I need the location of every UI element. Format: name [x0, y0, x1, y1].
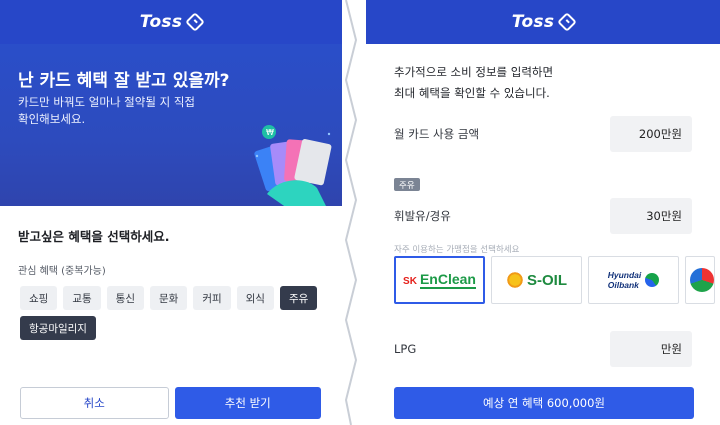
benefit-chip-group: 쇼핑 교통 통신 문화 커피 외식 주유 항공마일리지 — [20, 286, 320, 340]
brand-name: Toss — [139, 12, 183, 32]
brand-mark-icon — [557, 12, 578, 32]
chip-transport[interactable]: 교통 — [63, 286, 101, 310]
screen-divider — [344, 0, 358, 425]
fuel-row: 휘발유/경유 30만원 — [394, 198, 692, 234]
brand-logo: Toss — [511, 12, 578, 32]
gs-caltex-logo-icon — [690, 268, 714, 292]
hyundai-oilbank-logo: Hyundai Oilbank — [608, 270, 660, 290]
s-oil-logo: S-OIL — [506, 271, 567, 289]
s-oil-sun-icon — [506, 271, 524, 289]
intro-line-1: 추가적으로 소비 정보를 입력하면 — [394, 65, 554, 79]
sk-enclean-logo: SK EnClean — [403, 271, 476, 289]
app-header: Toss — [0, 0, 342, 44]
card-spend-label: 월 카드 사용 금액 — [394, 127, 480, 141]
hero-banner: 난 카드 혜택 잘 받고 있을까? 카드만 바꿔도 얼마나 절약될 지 직접 확… — [0, 44, 342, 206]
brand-mark-icon — [185, 12, 206, 32]
benefit-select-screen: Toss 난 카드 혜택 잘 받고 있을까? 카드만 바꿔도 얼마나 절약될 지… — [0, 0, 342, 425]
station-s-oil[interactable]: S-OIL — [491, 256, 582, 304]
chip-dining[interactable]: 외식 — [236, 286, 274, 310]
stage: Toss 난 카드 혜택 잘 받고 있을까? 카드만 바꿔도 얼마나 절약될 지… — [0, 0, 720, 425]
lpg-amount-input[interactable]: 만원 — [610, 331, 692, 367]
brand-logo: Toss — [139, 12, 206, 32]
station-hyundai-oilbank[interactable]: Hyundai Oilbank — [588, 256, 679, 304]
card-spend-row: 월 카드 사용 금액 200만원 — [394, 116, 692, 152]
annual-benefit-button[interactable]: 예상 연 혜택 600,000원 — [394, 387, 694, 419]
intro-line-2: 최대 혜택을 확인할 수 있습니다. — [394, 86, 550, 100]
cancel-button[interactable]: 취소 — [20, 387, 169, 419]
brand-name: Toss — [511, 12, 555, 32]
chip-coffee[interactable]: 커피 — [193, 286, 231, 310]
app-header: Toss — [366, 0, 720, 44]
hyundai-globe-icon — [645, 273, 660, 287]
chip-fuel[interactable]: 주유 — [279, 286, 318, 310]
card-spend-input[interactable]: 200만원 — [610, 116, 692, 152]
action-buttons: 취소 추천 받기 — [20, 387, 321, 419]
lpg-label: LPG — [394, 342, 417, 356]
chip-shopping[interactable]: 쇼핑 — [20, 286, 58, 310]
fuel-tag: 주유 — [394, 178, 420, 191]
intro-text: 추가적으로 소비 정보를 입력하면 최대 혜택을 확인할 수 있습니다. — [394, 62, 553, 104]
station-gs-caltex-partial[interactable] — [685, 256, 715, 304]
svg-text:₩: ₩ — [266, 128, 274, 137]
station-hint: 자주 이용하는 가맹점을 선택하세요 — [394, 245, 520, 255]
chip-airline-miles[interactable]: 항공마일리지 — [20, 316, 96, 340]
hand-holding-cards-icon: ₩ — [254, 125, 332, 206]
hero-subtitle: 카드만 바꿔도 얼마나 절약될 지 직접 확인해보세요. — [18, 95, 195, 126]
station-sk-enclean[interactable]: SK EnClean — [394, 256, 485, 304]
fuel-label: 휘발유/경유 — [394, 209, 451, 223]
hero-title: 난 카드 혜택 잘 받고 있을까? — [18, 71, 230, 91]
recommend-button[interactable]: 추천 받기 — [174, 387, 321, 419]
chip-telecom[interactable]: 통신 — [106, 286, 144, 310]
fuel-amount-input[interactable]: 30만원 — [610, 198, 692, 234]
chip-culture[interactable]: 문화 — [149, 286, 188, 310]
lpg-row: LPG 만원 — [394, 331, 692, 367]
spending-input-screen: Toss 추가적으로 소비 정보를 입력하면 최대 혜택을 확인할 수 있습니다… — [366, 0, 720, 425]
section-title: 받고싶은 혜택을 선택하세요. — [18, 229, 170, 244]
station-picker: SK EnClean S-OIL Hyundai Oilbank — [394, 256, 720, 304]
interest-label: 관심 혜택 (중복가능) — [18, 266, 106, 277]
